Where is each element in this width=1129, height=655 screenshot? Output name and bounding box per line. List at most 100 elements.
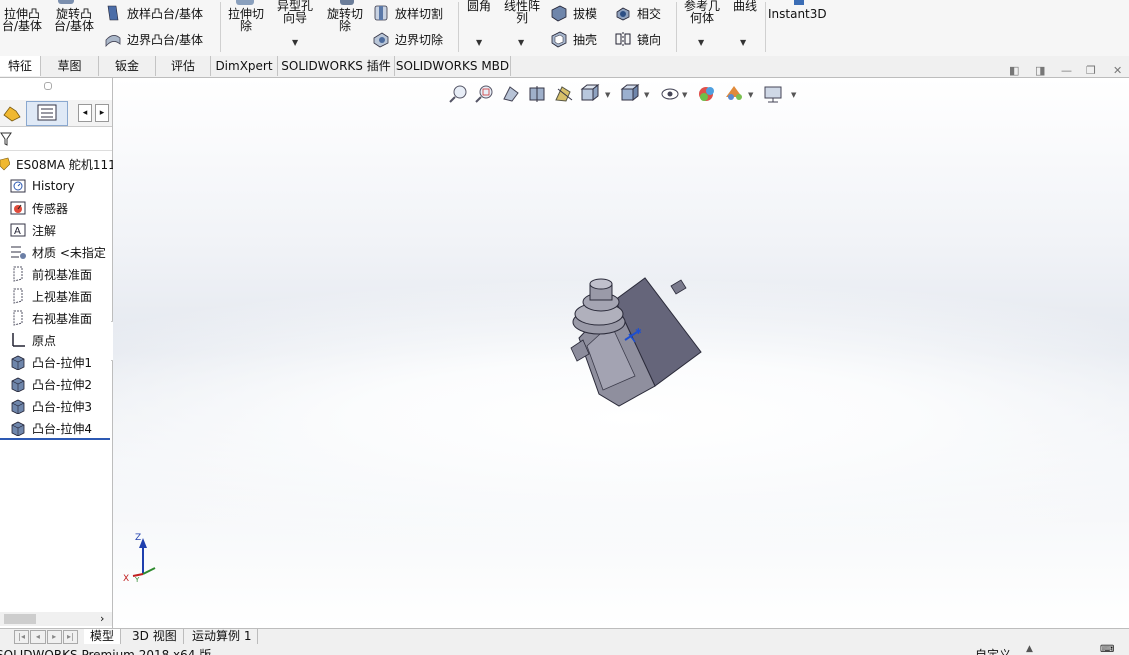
- tab-solidworks-addins[interactable]: SOLIDWORKS 插件: [278, 56, 395, 76]
- scrollbar-thumb[interactable]: [4, 614, 36, 624]
- curves-dropdown-icon[interactable]: ▼: [740, 38, 746, 47]
- loft-boss-button[interactable]: 放样凸台/基体: [104, 3, 203, 23]
- linear-pattern-dropdown-icon[interactable]: ▼: [518, 38, 524, 47]
- servo-3d-model[interactable]: ✱: [563, 266, 713, 408]
- tree-item-origin[interactable]: 原点: [10, 330, 56, 350]
- mirror-button[interactable]: 镜向: [614, 29, 661, 49]
- revolve-cut-button[interactable]: 旋转切 除: [322, 8, 368, 32]
- scroll-right-arrow-icon[interactable]: ›: [100, 612, 104, 625]
- zoom-to-area-icon[interactable]: [475, 85, 493, 103]
- tree-item-plane[interactable]: 上视基准面: [10, 286, 92, 306]
- tile-left-icon[interactable]: ◧: [1009, 64, 1019, 77]
- property-manager-tab[interactable]: [26, 101, 68, 126]
- shell-button[interactable]: 抽壳: [550, 29, 597, 49]
- curves-button[interactable]: 曲线: [728, 0, 762, 12]
- status-units-custom[interactable]: 自定义: [975, 646, 1011, 655]
- revolve-cut-label: 旋转切 除: [326, 7, 363, 33]
- tree-item-sensor[interactable]: 传感器: [10, 198, 68, 218]
- tree-item-extrude-feature[interactable]: 凸台-拉伸1: [10, 352, 92, 372]
- tab-evaluate[interactable]: 评估: [156, 56, 211, 76]
- previous-view-icon[interactable]: [503, 86, 519, 102]
- tree-item-plane[interactable]: 前视基准面: [10, 264, 92, 284]
- property-list-icon: [37, 104, 57, 121]
- tree-root-part[interactable]: ES08MA 舵机111(: [0, 154, 120, 174]
- dynamic-annotation-icon[interactable]: [555, 86, 573, 102]
- filter-icon[interactable]: [0, 132, 12, 146]
- close-icon[interactable]: ✕: [1113, 64, 1122, 77]
- loft-cut-label: 放样切割: [395, 6, 444, 21]
- tree-item-extrude-feature[interactable]: 凸台-拉伸3: [10, 396, 92, 416]
- draft-button[interactable]: 拔模: [550, 3, 597, 23]
- linear-pattern-button[interactable]: 线性阵 列: [500, 0, 544, 24]
- edit-appearance-icon[interactable]: [699, 87, 714, 101]
- minimize-icon[interactable]: —: [1061, 64, 1072, 77]
- tab-sheet-metal[interactable]: 钣金: [99, 56, 156, 76]
- instant3d-button[interactable]: Instant3D: [768, 8, 827, 20]
- hole-wizard-dropdown-icon[interactable]: ▼: [292, 38, 298, 47]
- fillet-dropdown-icon[interactable]: ▼: [476, 38, 482, 47]
- feature-manager-tab[interactable]: [0, 102, 24, 124]
- extrude-boss-button[interactable]: 拉伸凸 台/基体: [0, 8, 44, 32]
- panel-scroll-right-icon[interactable]: ▸: [95, 104, 109, 122]
- tab-model[interactable]: 模型: [84, 629, 122, 644]
- tree-item-annotation[interactable]: A 注解: [10, 220, 56, 240]
- reference-geometry-button[interactable]: 参考几 何体: [680, 0, 724, 24]
- tree-item-label: 凸台-拉伸1: [32, 355, 92, 370]
- tree-item-material[interactable]: 材质 <未指定: [10, 242, 106, 262]
- revolve-boss-button[interactable]: 旋转凸 台/基体: [50, 8, 98, 32]
- display-style-dropdown-icon[interactable]: ▼: [644, 91, 650, 99]
- plane-icon: [13, 288, 23, 304]
- first-tab-icon[interactable]: |◂: [14, 630, 30, 644]
- boundary-cut-label: 边界切除: [395, 32, 444, 47]
- extrude-cut-button[interactable]: 拉伸切 除: [224, 8, 268, 32]
- section-view-icon[interactable]: [529, 86, 545, 102]
- tile-right-icon[interactable]: ◨: [1035, 64, 1045, 77]
- zoom-to-fit-icon[interactable]: [449, 85, 467, 103]
- boundary-boss-button[interactable]: 边界凸台/基体: [104, 29, 203, 49]
- tab-sketch[interactable]: 草图: [41, 56, 99, 76]
- hide-show-items-icon[interactable]: [661, 88, 679, 100]
- tree-item-label: 右视基准面: [32, 311, 93, 326]
- feature-manager-panel: ◂ ▸ ES08MA 舵机111( History 传感器 A 注解 材质 <未指定 前视…: [0, 78, 120, 628]
- tree-item-plane[interactable]: 右视基准面: [10, 308, 92, 328]
- reference-geometry-dropdown-icon[interactable]: ▼: [698, 38, 704, 47]
- panel-horizontal-scrollbar[interactable]: ›: [0, 612, 112, 626]
- restore-icon[interactable]: ❐: [1086, 64, 1096, 77]
- tab-features[interactable]: 特征: [0, 56, 41, 76]
- apply-scene-icon[interactable]: [726, 86, 742, 100]
- status-bar: SOLIDWORKS Premium 2018 x64 版 自定义 ▲ ⌨: [0, 644, 1129, 655]
- tree-item-extrude-feature[interactable]: 凸台-拉伸4: [10, 418, 92, 438]
- prev-tab-icon[interactable]: ◂: [30, 630, 46, 644]
- hide-show-dropdown-icon[interactable]: ▼: [682, 91, 688, 99]
- view-settings-icon[interactable]: [764, 86, 782, 103]
- view-orientation-icon[interactable]: [580, 83, 600, 102]
- tree-item-label: 注解: [32, 223, 57, 238]
- apply-scene-dropdown-icon[interactable]: ▼: [748, 91, 754, 99]
- boundary-cut-button[interactable]: 边界切除: [372, 29, 443, 49]
- intersect-button[interactable]: 相交: [614, 3, 661, 23]
- rollback-bar[interactable]: [0, 438, 110, 440]
- next-tab-icon[interactable]: ▸: [46, 630, 62, 644]
- hole-wizard-button[interactable]: 异型孔 向导: [272, 0, 318, 24]
- tab-solidworks-mbd[interactable]: SOLIDWORKS MBD: [395, 56, 511, 76]
- tab-dimxpert[interactable]: DimXpert: [211, 56, 278, 76]
- view-settings-dropdown-icon[interactable]: ▼: [791, 91, 797, 99]
- tree-item-history[interactable]: History: [10, 176, 75, 196]
- tree-item-extrude-feature[interactable]: 凸台-拉伸2: [10, 374, 92, 394]
- last-tab-icon[interactable]: ▸|: [62, 630, 78, 644]
- tree-item-label: 凸台-拉伸4: [32, 421, 92, 436]
- units-dropdown-icon[interactable]: ▲: [1026, 644, 1033, 654]
- draft-label: 拔模: [573, 6, 598, 21]
- loft-cut-button[interactable]: 放样切割: [372, 3, 443, 23]
- tab-3d-views[interactable]: 3D 视图: [126, 629, 184, 644]
- panel-splitter-handle[interactable]: [44, 82, 52, 90]
- display-style-icon[interactable]: [620, 83, 640, 102]
- panel-scroll-left-icon[interactable]: ◂: [78, 104, 92, 122]
- fillet-button[interactable]: 圆角: [462, 0, 496, 12]
- tree-item-label: 凸台-拉伸2: [32, 377, 92, 392]
- status-help-icon[interactable]: ⌨: [1100, 644, 1114, 655]
- view-orientation-dropdown-icon[interactable]: ▼: [605, 91, 611, 99]
- graphics-viewport[interactable]: ▼ ▼ ▼ ▼ ▼ ✱ Z X Y: [113, 78, 1129, 628]
- boundary-boss-label: 边界凸台/基体: [127, 32, 204, 47]
- tab-motion-study-1[interactable]: 运动算例 1: [186, 629, 259, 644]
